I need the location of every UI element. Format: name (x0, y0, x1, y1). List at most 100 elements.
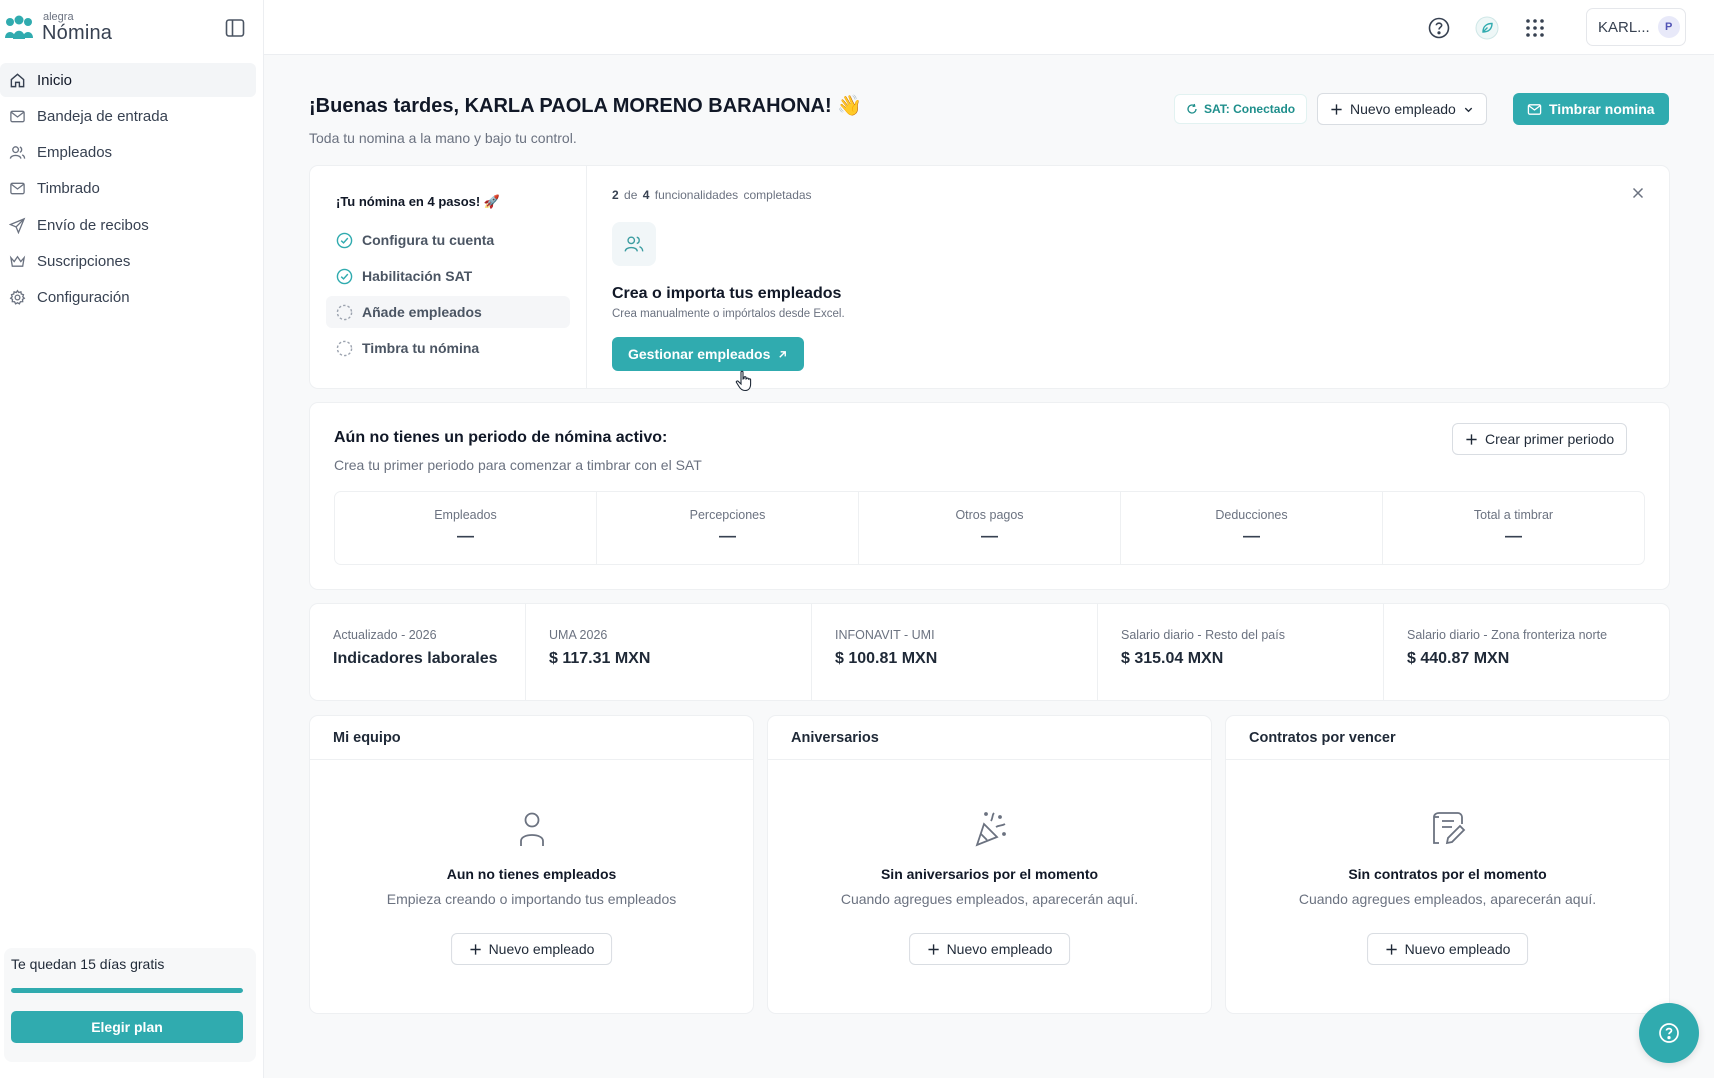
stat-label: Percepciones (689, 508, 766, 522)
step-timbra-nomina[interactable]: Timbra tu nómina (326, 332, 570, 364)
stat-value: — (1505, 526, 1522, 545)
app-logo[interactable]: alegra Nómina (4, 12, 112, 43)
trial-progress-fill (11, 988, 243, 993)
pending-circle-icon (336, 340, 353, 356)
step-label: Configura tu cuenta (362, 232, 495, 248)
apps-grid-icon[interactable] (1523, 16, 1547, 40)
new-employee-button[interactable]: Nuevo empleado (908, 933, 1071, 965)
plus-icon (469, 943, 481, 955)
stat-value: — (1243, 526, 1260, 545)
external-arrow-icon (779, 350, 787, 358)
progress-total: 4 (642, 188, 650, 202)
choose-plan-button[interactable]: Elegir plan (11, 1011, 243, 1043)
indicator-label: UMA 2026 (549, 628, 608, 642)
sidebar-item-bandeja[interactable]: Bandeja de entrada (0, 99, 256, 133)
help-fab-button[interactable] (1639, 1003, 1699, 1063)
indicator-uma: UMA 2026 $ 117.31 MXN (526, 604, 812, 700)
stamp-payroll-label: Timbrar nomina (1549, 101, 1655, 117)
plus-icon (1385, 943, 1397, 955)
stamp-payroll-button[interactable]: Timbrar nomina (1513, 93, 1669, 125)
stat-value: — (981, 526, 998, 545)
crown-icon (9, 255, 26, 267)
period-title: Aún no tienes un periodo de nómina activ… (334, 429, 668, 446)
step-habilitacion-sat[interactable]: Habilitación SAT (326, 260, 570, 292)
onboarding-title: ¡Tu nómina en 4 pasos! 🚀 (336, 194, 501, 209)
new-employee-label: Nuevo empleado (1350, 101, 1456, 117)
logo-title: Nómina (42, 22, 113, 44)
indicator-value: $ 100.81 MXN (835, 650, 938, 667)
indicators-title: Indicadores laborales (333, 650, 498, 667)
person-icon (519, 812, 544, 846)
new-employee-dropdown-button[interactable]: Nuevo empleado (1317, 93, 1487, 125)
indicator-value: $ 315.04 MXN (1121, 650, 1224, 667)
stat-value: — (457, 526, 474, 545)
indicator-label: Salario diario - Resto del país (1121, 628, 1285, 642)
new-employee-label: Nuevo empleado (1404, 941, 1511, 957)
refresh-icon (1187, 103, 1197, 114)
period-card: Aún no tienes un periodo de nómina activ… (309, 402, 1670, 590)
indicator-value: $ 117.31 MXN (549, 650, 651, 667)
sidebar-item-inicio[interactable]: Inicio (0, 63, 256, 97)
home-icon (10, 72, 25, 87)
mail-icon (10, 183, 25, 195)
trial-card: Te quedan 15 días gratis Elegir plan (4, 948, 256, 1062)
indicator-label: Salario diario - Zona fronteriza norte (1407, 628, 1608, 642)
sidebar-item-label: Suscripciones (37, 252, 131, 270)
indicator-salario-frontera: Salario diario - Zona fronteriza norte $… (1384, 604, 1670, 700)
progress-done: 2 (612, 188, 619, 202)
step-label: Añade empleados (362, 304, 482, 320)
indicator-label: INFONAVIT - UMI (835, 628, 935, 642)
avatar: P (1657, 16, 1680, 38)
panel-title: Aniversarios (768, 716, 1211, 760)
user-menu[interactable]: KARL... P (1586, 8, 1686, 46)
step-configura-cuenta[interactable]: Configura tu cuenta (326, 224, 570, 256)
new-employee-label: Nuevo empleado (488, 941, 595, 957)
sat-status-text: SAT: Conectado (1204, 102, 1296, 116)
stat-otros-pagos: Otros pagos — (859, 492, 1121, 564)
create-first-period-label: Crear primer periodo (1485, 431, 1615, 447)
stat-total-timbrar: Total a timbrar — (1383, 492, 1644, 564)
sidebar-item-envio-recibos[interactable]: Envío de recibos (0, 208, 256, 242)
sidebar-item-empleados[interactable]: Empleados (0, 136, 256, 170)
progress-of: de (624, 188, 638, 202)
new-employee-button[interactable]: Nuevo empleado (1366, 933, 1529, 965)
sidebar-item-timbrado[interactable]: Timbrado (0, 172, 256, 206)
onboarding-progress: 2 de 4 funcionalidades completadas (612, 188, 812, 202)
indicators-updated: Actualizado - 2026 (333, 628, 437, 642)
sidebar-item-label: Envío de recibos (37, 216, 149, 234)
plus-icon (1331, 103, 1342, 115)
manage-employees-button[interactable]: Gestionar empleados (612, 337, 805, 371)
inbox-icon (10, 110, 25, 123)
close-icon[interactable] (1631, 186, 1645, 200)
sidebar-item-label: Configuración (37, 289, 130, 307)
indicators-card: Actualizado - 2026 Indicadores laborales… (309, 603, 1670, 701)
new-employee-button[interactable]: Nuevo empleado (450, 933, 613, 965)
mail-icon (1527, 103, 1542, 115)
sidebar-item-label: Bandeja de entrada (37, 107, 168, 125)
logo-icon (5, 15, 33, 39)
indicator-value: $ 440.87 MXN (1407, 650, 1510, 667)
gear-icon (9, 289, 26, 306)
onboarding-steps: ¡Tu nómina en 4 pasos! 🚀 Configura tu cu… (310, 166, 587, 388)
contract-icon (1432, 812, 1465, 845)
help-icon[interactable] (1427, 16, 1451, 40)
period-description: Crea tu primer periodo para comenzar a t… (334, 457, 702, 473)
assistant-leaf-icon[interactable] (1475, 16, 1499, 40)
empty-description: Cuando agregues empleados, aparecerán aq… (1298, 891, 1597, 907)
sidebar-item-suscripciones[interactable]: Suscripciones (0, 244, 256, 278)
stat-deducciones: Deducciones — (1121, 492, 1383, 564)
new-employee-label: Nuevo empleado (946, 941, 1053, 957)
stat-label: Otros pagos (955, 508, 1024, 522)
sidebar-item-configuracion[interactable]: Configuración (0, 281, 256, 315)
anniversaries-panel: Aniversarios Sin aniversarios por el mom… (767, 715, 1212, 1014)
check-circle-icon (336, 268, 353, 284)
hand-cursor-icon (735, 370, 752, 392)
stat-label: Total a timbrar (1473, 508, 1554, 522)
empty-description: Empieza creando o importando tus emplead… (386, 891, 677, 907)
sidebar-item-label: Timbrado (37, 180, 100, 198)
period-stats: Empleados — Percepciones — Otros pagos —… (334, 491, 1645, 565)
create-first-period-button[interactable]: Crear primer periodo (1452, 423, 1628, 455)
sidebar-collapse-icon[interactable] (224, 17, 246, 39)
step-anade-empleados[interactable]: Añade empleados (326, 296, 570, 328)
team-panel: Mi equipo Aun no tienes empleados Empiez… (309, 715, 754, 1014)
